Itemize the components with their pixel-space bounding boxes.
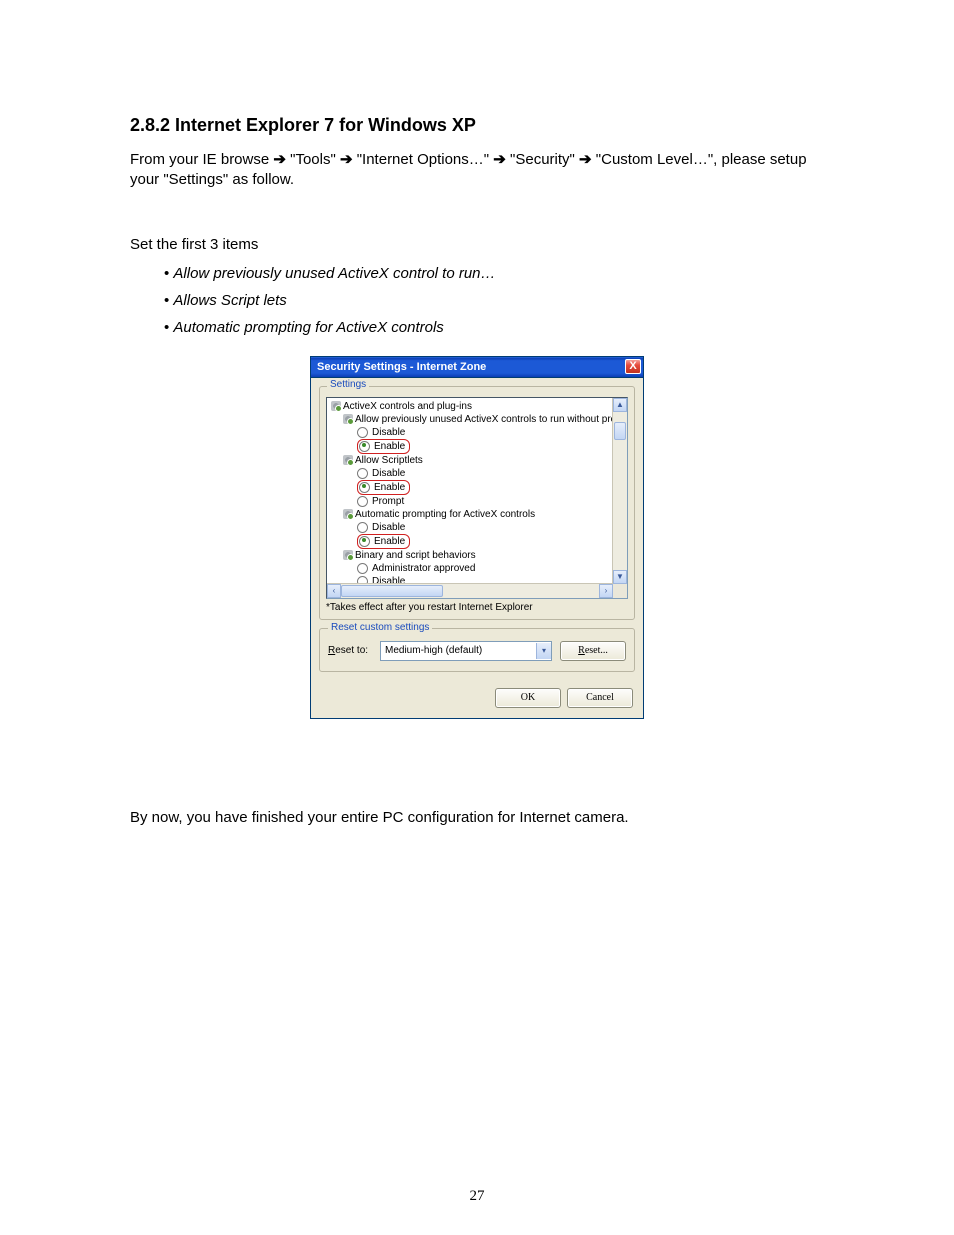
closing-paragraph: By now, you have finished your entire PC…: [130, 809, 824, 826]
tree-group-activex: ActiveX controls and plug-ins: [329, 400, 625, 413]
reset-group-label: Reset custom settings: [328, 622, 432, 633]
close-button[interactable]: X: [625, 359, 641, 374]
radio-enable[interactable]: Enable: [329, 480, 625, 495]
scroll-corner: [613, 584, 627, 598]
bullet-item: Automatic prompting for ActiveX controls: [164, 319, 824, 336]
security-settings-dialog: Security Settings - Internet Zone X Sett…: [310, 356, 644, 719]
bullet-item: Allows Script lets: [164, 292, 824, 309]
gear-icon: [331, 401, 341, 411]
tree-item-allow-scriptlets: Allow Scriptlets: [329, 454, 625, 467]
arrow-icon: ➔: [273, 151, 286, 168]
arrow-icon: ➔: [493, 151, 506, 168]
gear-icon: [343, 509, 353, 519]
scroll-thumb[interactable]: [341, 585, 443, 597]
bullet-item: Allow previously unused ActiveX control …: [164, 265, 824, 282]
page-number: 27: [0, 1188, 954, 1205]
horizontal-scrollbar[interactable]: ‹ ›: [327, 583, 613, 598]
scroll-up-button[interactable]: ▲: [613, 398, 627, 412]
intro-text-3: "Internet Options…": [357, 151, 494, 168]
section-heading: 2.8.2 Internet Explorer 7 for Windows XP: [130, 115, 824, 136]
scroll-left-button[interactable]: ‹: [327, 584, 341, 598]
radio-enable[interactable]: Enable: [329, 534, 625, 549]
radio-disable[interactable]: Disable: [329, 426, 625, 439]
gear-icon: [343, 414, 353, 424]
intro-paragraph: From your IE browse ➔ "Tools" ➔ "Interne…: [130, 150, 824, 191]
intro-text-2: "Tools": [290, 151, 340, 168]
scroll-thumb[interactable]: [614, 422, 626, 440]
radio-admin-approved[interactable]: Administrator approved: [329, 562, 625, 575]
radio-prompt[interactable]: Prompt: [329, 495, 625, 508]
scroll-down-button[interactable]: ▼: [613, 570, 627, 584]
radio-disable[interactable]: Disable: [329, 521, 625, 534]
tree-item-auto-prompting: Automatic prompting for ActiveX controls: [329, 508, 625, 521]
arrow-icon: ➔: [340, 151, 353, 168]
settings-tree[interactable]: ActiveX controls and plug-ins Allow prev…: [326, 397, 628, 599]
bullet-list: Allow previously unused ActiveX control …: [164, 265, 824, 336]
radio-disable[interactable]: Disable: [329, 467, 625, 480]
set-first-label: Set the first 3 items: [130, 235, 824, 255]
reset-button[interactable]: Reset...: [560, 641, 626, 661]
ok-button[interactable]: OK: [495, 688, 561, 708]
restart-note: *Takes effect after you restart Internet…: [326, 602, 628, 613]
intro-text-1: From your IE browse: [130, 151, 273, 168]
dialog-title: Security Settings - Internet Zone: [317, 361, 486, 373]
cancel-button[interactable]: Cancel: [567, 688, 633, 708]
settings-group-label: Settings: [327, 379, 369, 390]
reset-level-combo[interactable]: Medium-high (default) ▾: [380, 641, 552, 661]
gear-icon: [343, 550, 353, 560]
tree-item-binary-script: Binary and script behaviors: [329, 549, 625, 562]
scroll-right-button[interactable]: ›: [599, 584, 613, 598]
vertical-scrollbar[interactable]: ▲ ▼: [612, 398, 627, 584]
radio-enable[interactable]: Enable: [329, 439, 625, 454]
gear-icon: [343, 455, 353, 465]
intro-text-4: "Security": [510, 151, 579, 168]
combo-value: Medium-high (default): [381, 645, 536, 656]
arrow-icon: ➔: [579, 151, 592, 168]
tree-item-allow-prev-unused: Allow previously unused ActiveX controls…: [329, 413, 625, 426]
reset-to-label: Reset to:: [328, 645, 372, 656]
dialog-titlebar[interactable]: Security Settings - Internet Zone X: [311, 357, 643, 378]
chevron-down-icon[interactable]: ▾: [536, 643, 551, 659]
